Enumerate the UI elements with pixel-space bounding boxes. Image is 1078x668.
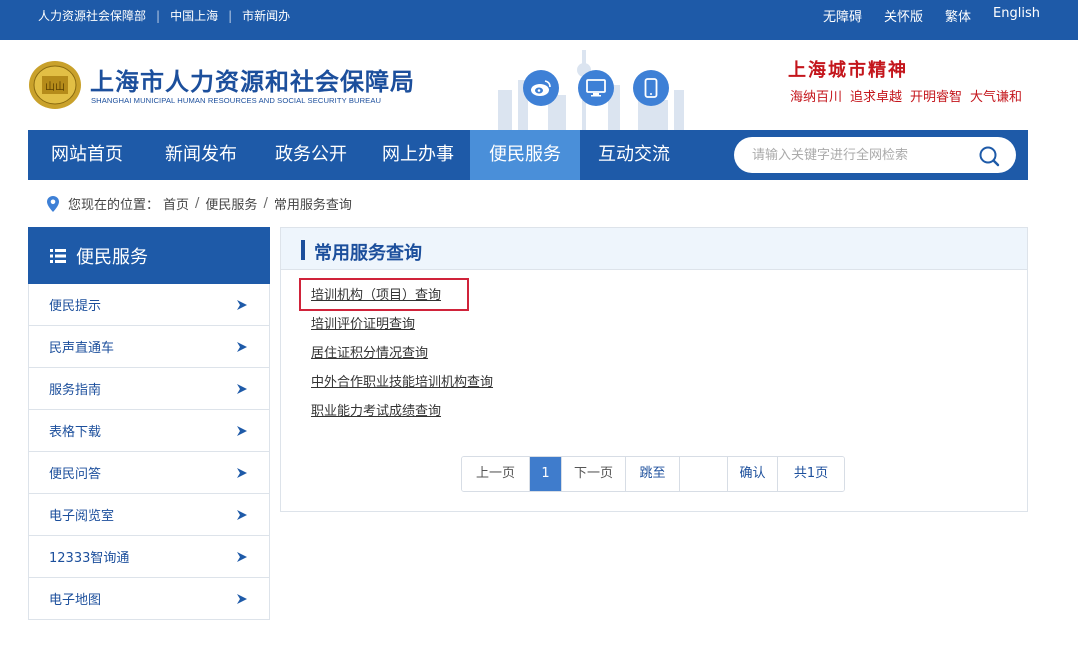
sidebar-item-faq[interactable]: 便民问答 [28, 452, 270, 494]
top-right-links: 无障碍 关怀版 繁体 English [823, 6, 1040, 25]
sidebar-item-e-map[interactable]: 电子地图 [28, 578, 270, 620]
title-accent-bar [301, 240, 305, 260]
triangle-right-icon [237, 425, 247, 436]
link-accessibility[interactable]: 无障碍 [823, 6, 862, 25]
sidebar-item-e-reading-room[interactable]: 电子阅览室 [28, 494, 270, 536]
link-english[interactable]: English [993, 6, 1040, 25]
breadcrumb-public-services[interactable]: 便民服务 [205, 194, 257, 213]
nav-online-services[interactable]: 网上办事 [366, 130, 470, 180]
location-pin-icon [47, 195, 59, 212]
nav-gov-affairs[interactable]: 政务公开 [256, 130, 366, 180]
nav-public-services[interactable]: 便民服务 [470, 130, 580, 180]
separator: | [228, 8, 233, 23]
breadcrumb-separator: / [263, 196, 268, 211]
sidebar-item-label: 便民提示 [49, 299, 102, 314]
spirit-word: 开明睿智 [910, 90, 963, 105]
jump-to-label: 跳至 [626, 457, 680, 491]
next-page-button[interactable]: 下一页 [562, 457, 626, 491]
top-left-links: 人力资源社会保障部 | 中国上海 | 市新闻办 [38, 7, 290, 24]
spirit-word: 海纳百川 [790, 90, 843, 105]
mobile-icon[interactable] [633, 70, 669, 106]
triangle-right-icon [237, 341, 247, 352]
triangle-right-icon [237, 593, 247, 604]
breadcrumb-home[interactable]: 首页 [163, 194, 189, 213]
link-training-certificate-query[interactable]: 培训评价证明查询 [311, 315, 493, 344]
sidebar-item-label: 12333智询通 [49, 551, 130, 566]
sidebar-item-label: 民声直通车 [49, 341, 115, 356]
breadcrumb: 您现在的位置： 首页 / 便民服务 / 常用服务查询 [46, 194, 356, 213]
service-link-list: 培训机构（项目）查询 培训评价证明查询 居住证积分情况查询 中外合作职业技能培训… [311, 286, 493, 431]
separator: | [156, 8, 161, 23]
list-icon [50, 248, 66, 263]
prev-page-button[interactable]: 上一页 [462, 457, 530, 491]
nav-news[interactable]: 新闻发布 [146, 130, 256, 180]
link-exam-score-query[interactable]: 职业能力考试成绩查询 [311, 402, 493, 431]
search-box [734, 137, 1016, 173]
jump-page-field-wrap [680, 457, 728, 491]
main-nav: 网站首页 新闻发布 政务公开 网上办事 便民服务 互动交流 [28, 130, 1028, 180]
link-ministry[interactable]: 人力资源社会保障部 [38, 7, 146, 24]
sidebar-item-label: 服务指南 [49, 383, 102, 398]
sidebar-item-label: 电子阅览室 [49, 509, 115, 524]
nav-interaction[interactable]: 互动交流 [580, 130, 688, 180]
triangle-right-icon [237, 299, 247, 310]
spirit-word: 追求卓越 [850, 90, 903, 105]
sidebar-item-12333[interactable]: 12333智询通 [28, 536, 270, 578]
city-spirit-words: 海纳百川 追求卓越 开明睿智 大气谦和 [790, 86, 1022, 105]
site-subtitle: SHANGHAI MUNICIPAL HUMAN RESOURCES AND S… [91, 96, 382, 105]
triangle-right-icon [237, 509, 247, 520]
sidebar-item-label: 电子地图 [49, 593, 102, 608]
link-care-mode[interactable]: 关怀版 [884, 6, 923, 25]
desktop-icon[interactable] [578, 70, 614, 106]
top-bar: 人力资源社会保障部 | 中国上海 | 市新闻办 无障碍 关怀版 繁体 Engli… [0, 0, 1078, 40]
sidebar-title: 便民服务 [76, 246, 148, 268]
search-input[interactable] [752, 145, 972, 165]
breadcrumb-current: 常用服务查询 [273, 198, 352, 213]
link-china-shanghai[interactable]: 中国上海 [170, 7, 218, 24]
link-training-institution-query[interactable]: 培训机构（项目）查询 [311, 286, 493, 315]
weibo-icon[interactable] [523, 70, 559, 106]
emblem-text: 山山 [45, 81, 65, 93]
sidebar: 便民服务 便民提示 民声直通车 服务指南 表格下载 便民问答 电子阅览室 123… [28, 227, 270, 620]
site-header: 山山 上海市人力资源和社会保障局 SHANGHAI MUNICIPAL HUMA… [28, 40, 1028, 130]
page-number-current[interactable]: 1 [530, 457, 562, 491]
content-panel: 常用服务查询 培训机构（项目）查询 培训评价证明查询 居住证积分情况查询 中外合… [280, 227, 1028, 512]
link-sino-foreign-training-query[interactable]: 中外合作职业技能培训机构查询 [311, 373, 493, 402]
sidebar-item-service-guide[interactable]: 服务指南 [28, 368, 270, 410]
city-spirit-title: 上海城市精神 [788, 60, 908, 81]
sidebar-item-tips[interactable]: 便民提示 [28, 284, 270, 326]
sidebar-item-label: 表格下载 [49, 425, 102, 440]
sidebar-item-label: 便民问答 [49, 467, 102, 482]
spirit-word: 大气谦和 [970, 90, 1023, 105]
triangle-right-icon [237, 467, 247, 478]
triangle-right-icon [237, 551, 247, 562]
search-icon[interactable] [978, 145, 1000, 167]
triangle-right-icon [237, 383, 247, 394]
link-residence-points-query[interactable]: 居住证积分情况查询 [311, 344, 493, 373]
sidebar-header: 便民服务 [28, 227, 270, 284]
breadcrumb-separator: / [195, 196, 200, 211]
confirm-button[interactable]: 确认 [728, 457, 778, 491]
link-traditional-chinese[interactable]: 繁体 [945, 6, 971, 25]
nav-home[interactable]: 网站首页 [28, 130, 146, 180]
pagination: 上一页 1 下一页 跳至 确认 共1页 [461, 456, 845, 492]
panel-title: 常用服务查询 [314, 243, 422, 264]
jump-page-input[interactable] [680, 457, 727, 491]
breadcrumb-label: 您现在的位置： [68, 198, 160, 213]
site-title[interactable]: 上海市人力资源和社会保障局 [90, 62, 415, 97]
sidebar-item-public-voice[interactable]: 民声直通车 [28, 326, 270, 368]
sidebar-item-form-download[interactable]: 表格下载 [28, 410, 270, 452]
emblem-icon[interactable]: 山山 [28, 60, 82, 110]
link-news-office[interactable]: 市新闻办 [242, 7, 290, 24]
panel-header: 常用服务查询 [281, 228, 1027, 270]
total-pages-label: 共1页 [778, 457, 844, 491]
